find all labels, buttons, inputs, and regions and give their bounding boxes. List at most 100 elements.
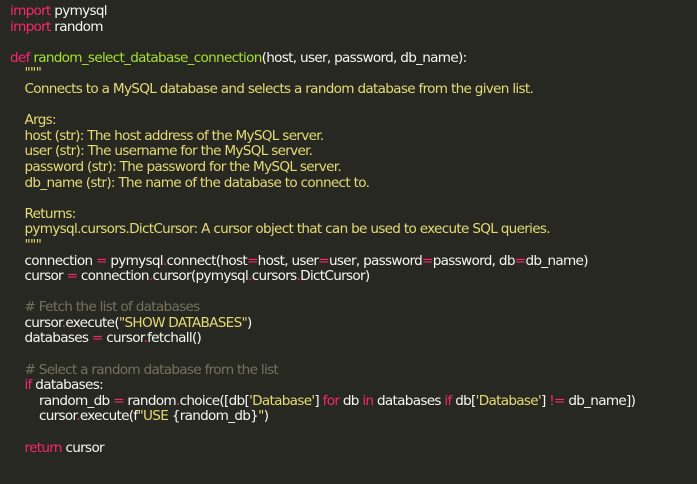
code-line: if databases: [0,377,697,394]
code-line: Connects to a MySQL database and selects… [0,81,697,98]
code-token: execute( [65,314,119,331]
code-token: for [322,392,340,409]
code-line: """ [0,237,697,254]
code-token: if [24,377,32,394]
code-line: import pymysql [0,3,697,20]
code-token: in [362,392,374,409]
code-token: db [339,392,363,409]
code-line: Returns: [0,205,697,223]
code-line: cursor.execute("SHOW DATABASES") [0,314,697,332]
code-token: user, password [329,252,423,269]
code-line: # Select a random database from the list [0,361,697,379]
code-token: ] [314,392,323,409]
code-line: password (str): The password for the MyS… [0,158,697,176]
code-token: = [66,268,78,285]
code-token: pymysql.cursors.DictCursor: A cursor obj… [10,221,550,238]
code-token: def [10,49,30,66]
code-token: Returns: [10,205,76,222]
code-token: if [444,392,452,409]
code-token: host (str): The host address of the MySQ… [10,127,324,144]
code-token: = [91,330,103,347]
code-token: password (str): The password for the MyS… [10,158,342,175]
code-token: random_select_database_connection [33,49,262,66]
code-line: databases = cursor.fetchall() [0,331,697,347]
code-token: import [10,3,51,19]
code-token: # Select a random database from the list [10,361,279,378]
code-token: random_db [10,392,114,409]
code-token: import [10,18,51,35]
code-token: fetchall() [147,330,202,347]
code-token: = [113,392,124,409]
code-token: pymysql [50,3,107,19]
code-token: random [50,18,103,35]
code-line: cursor = connection.cursor(pymysql.curso… [0,268,697,285]
code-token: 'Database' [475,392,542,409]
code-token: = [422,252,433,269]
code-line: host (str): The host address of the MySQ… [0,127,697,145]
code-editor[interactable]: import pymysql import random def random_s… [0,0,697,484]
code-token: db_name) [525,252,588,269]
code-token: Args: [10,112,56,129]
code-token: connect(host [166,252,248,269]
code-token: databases [10,330,92,347]
code-token: databases [373,392,445,409]
code-token: host, user [257,252,319,269]
code-line: Args: [0,112,697,129]
code-token: ] [541,392,550,409]
code-token: cursor [102,330,144,347]
code-token: = [318,252,329,269]
code-token: ) [247,314,252,331]
code-token: # Fetch the list of databases [10,299,200,316]
code-token: pymysql [106,252,163,269]
code-token: connection [77,268,150,285]
code-line: return cursor [0,439,697,457]
code-line: """ [0,66,697,82]
code-line: def random_select_database_connection(ho… [0,49,697,67]
code-token: """ [10,65,42,82]
code-token: 'Database' [249,392,315,409]
code-token: databases: [31,377,103,394]
code-token: (host, user, password, db_name): [261,49,468,66]
code-token: db_name (str): The name of the database … [10,174,370,191]
code-line: db_name (str): The name of the database … [0,174,697,192]
code-token: "USE [137,408,172,425]
code-token: connection [10,252,97,269]
code-token: = [514,252,526,269]
code-line: connection = pymysql.connect(host=host, … [0,252,697,270]
code-token: cursor(pymysql [152,268,249,285]
code-token: cursor [10,314,62,331]
code-token: DictCursor) [300,268,370,285]
code-token: password, db [432,252,516,269]
code-token: cursor [10,408,77,425]
code-token: db_name]) [564,392,636,409]
code-line: pymysql.cursors.DictCursor: A cursor obj… [0,222,697,238]
code-token: random [123,392,176,409]
code-line: # Fetch the list of databases [0,299,697,316]
code-token: cursor [10,268,67,285]
code-line: random_db = random.choice([db['Database'… [0,392,697,410]
code-token: user (str): The username for the MySQL s… [10,143,313,160]
code-line: user (str): The username for the MySQL s… [0,144,697,160]
code-token: ) [263,408,269,425]
code-token: db[ [451,392,476,409]
code-token: != [549,392,565,409]
code-token: "SHOW DATABASES" [118,314,248,331]
code-token: return [24,439,62,456]
code-line: cursor.execute(f"USE {random_db}") [0,409,697,425]
code-token: execute(f [79,408,138,425]
code-token: cursor [61,439,104,456]
code-token: {random_db} [171,408,259,425]
code-token: cursors [251,268,298,285]
code-line: import random [0,18,697,36]
code-token: choice([db[ [179,392,250,409]
code-token: = [96,252,107,269]
code-token: = [246,252,258,269]
